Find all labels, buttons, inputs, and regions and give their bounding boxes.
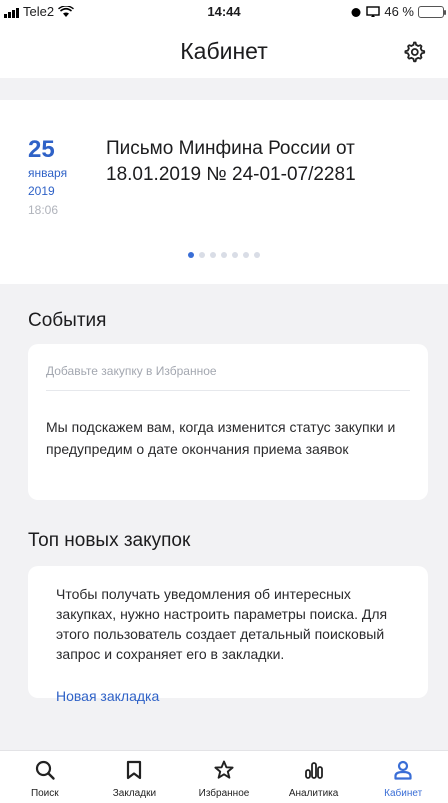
events-hint: Добавьте закупку в Избранное [46,364,217,378]
tab-search[interactable]: Поиск [0,751,90,803]
pager-dot[interactable] [221,252,227,258]
new-bookmark-link[interactable]: Новая закладка [56,688,159,704]
top-tenders-card: Чтобы получать уведомления об интересных… [28,566,428,704]
alarm-icon [351,7,361,17]
tab-label: Аналитика [288,788,339,799]
news-day: 25 [28,136,55,163]
events-title: События [28,310,107,331]
header-divider [0,78,448,100]
news-year: 2019 [28,184,55,198]
top-tenders-text: Чтобы получать уведомления об интересных… [56,586,388,662]
battery-icon [418,5,446,18]
pager-dot[interactable] [188,252,194,258]
person-icon [394,760,412,780]
events-text: Мы подскажем вам, когда изменится статус… [46,419,396,457]
header: Кабинет [0,24,448,78]
news-time: 18:06 [28,203,59,217]
pager-dot[interactable] [243,252,249,258]
news-carousel[interactable]: 25 января 2019 18:06 Письмо Минфина Росс… [0,100,448,284]
tab-label: Закладки [112,788,157,799]
tab-favorites[interactable]: Избранное [179,751,269,803]
bookmark-icon [127,760,142,780]
chart-icon [304,762,323,779]
gear-icon[interactable] [402,40,426,64]
news-month: января [28,166,68,180]
pager-dot[interactable] [210,252,216,258]
tab-label: Кабинет [384,788,423,799]
page-title: Кабинет [180,38,268,64]
tab-label: Избранное [198,788,250,799]
pager-dot[interactable] [232,252,238,258]
pager-dot[interactable] [254,252,260,258]
news-date: 25 января 2019 18:06 [28,136,67,220]
screen-mirroring-icon [366,5,381,17]
tab-bookmarks[interactable]: Закладки [90,751,180,803]
events-divider [46,390,410,391]
tab-bar: Поиск Закладки Избранное Аналитика Кабин… [0,750,448,803]
status-bar: Tele2 14:44 46 % [0,0,448,24]
pager-dots[interactable] [0,252,448,258]
search-icon [35,760,55,780]
status-right: 46 % [350,4,446,19]
news-headline[interactable]: Письмо Минфина России от 18.01.2019 № 24… [106,136,426,188]
events-card: Добавьте закупку в Избранное Мы подскаже… [28,344,428,500]
tab-analytics[interactable]: Аналитика [269,751,359,803]
tab-label: Поиск [30,788,59,799]
tab-cabinet[interactable]: Кабинет [358,751,448,803]
star-icon [214,760,234,779]
battery-percent: 46 % [384,4,414,19]
pager-dot[interactable] [199,252,205,258]
top-tenders-title: Топ новых закупок [28,530,191,551]
